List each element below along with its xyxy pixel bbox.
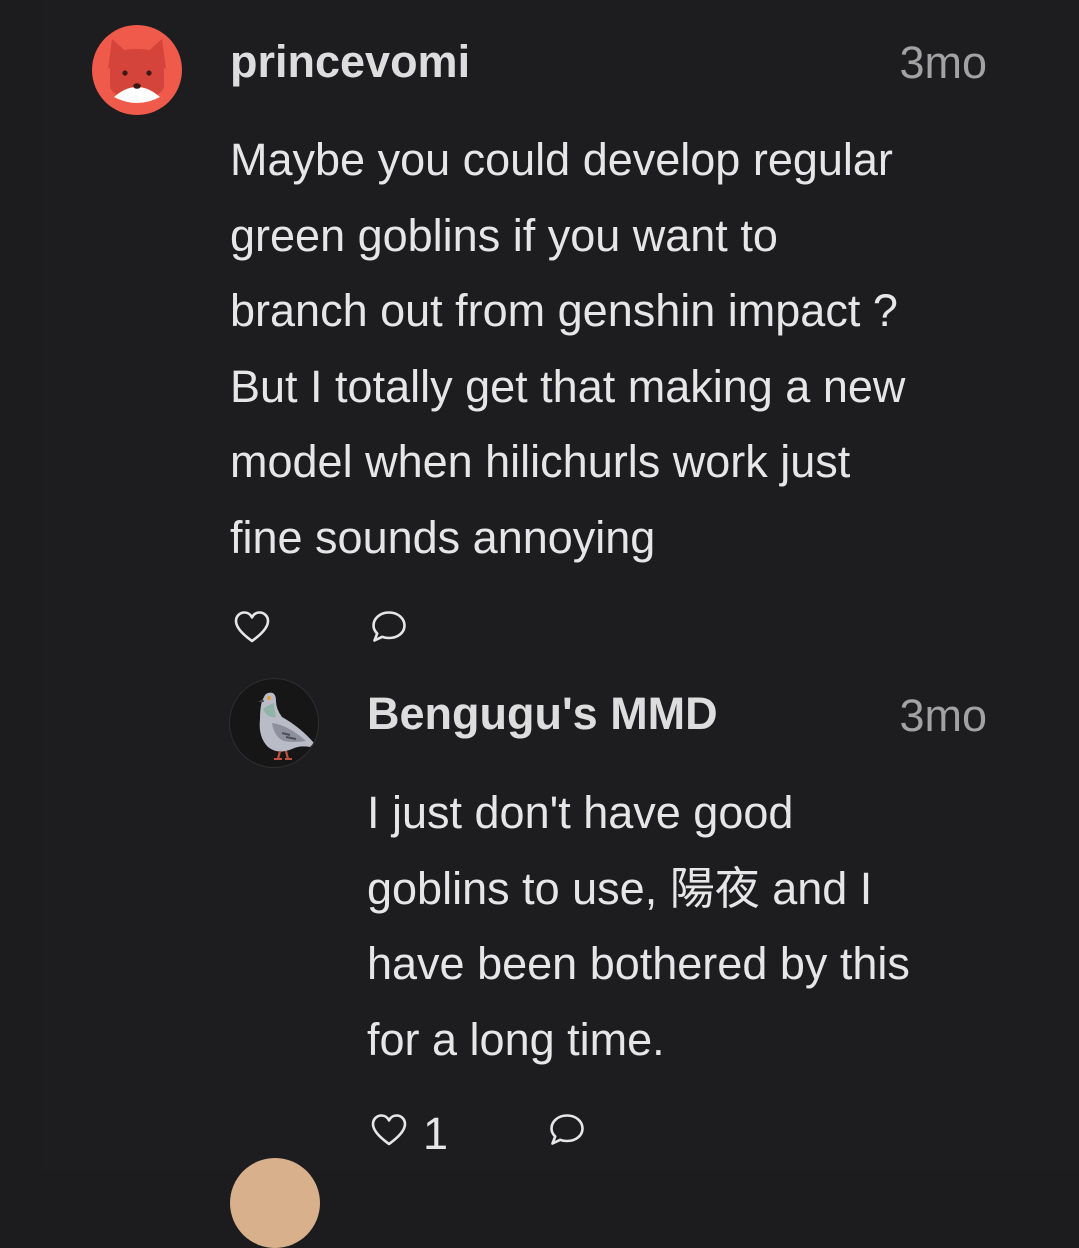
comment-timestamp: 3mo bbox=[899, 37, 987, 88]
reply-timestamp: 3mo bbox=[899, 690, 987, 741]
heart-icon[interactable] bbox=[233, 610, 271, 644]
reply-text: I just don't have good goblins to use, 陽… bbox=[367, 775, 1007, 1077]
reply-text-line: have been bothered by this bbox=[367, 938, 910, 989]
comment-text-line: green goblins if you want to bbox=[230, 209, 778, 261]
comment-text-line: model when hilichurls work just bbox=[230, 436, 851, 487]
fox-avatar-icon[interactable] bbox=[92, 25, 182, 115]
avatar[interactable] bbox=[230, 1158, 320, 1248]
reply-text-line: for a long time. bbox=[367, 1013, 665, 1065]
comment-username[interactable]: princevomi bbox=[230, 36, 470, 88]
reply-username[interactable]: Bengugu's MMD bbox=[367, 688, 718, 740]
comment-text-line: But I totally get that making a new bbox=[230, 360, 906, 412]
speech-bubble-icon[interactable] bbox=[370, 609, 408, 645]
comment-text-line: fine sounds annoying bbox=[230, 511, 656, 563]
comment-text: Maybe you could develop regular green go… bbox=[230, 122, 1020, 575]
pigeon-avatar-icon[interactable] bbox=[229, 678, 319, 768]
reply-text-line: I just don't have good bbox=[367, 787, 794, 838]
reply-text-line: goblins to use, 陽夜 and I bbox=[367, 862, 873, 914]
comment-text-line: branch out from genshin impact ? bbox=[230, 285, 898, 336]
like-count: 1 bbox=[423, 1108, 449, 1159]
comment-text-line: Maybe you could develop regular bbox=[230, 134, 893, 185]
heart-icon[interactable] bbox=[370, 1113, 408, 1147]
speech-bubble-icon[interactable] bbox=[548, 1112, 586, 1148]
